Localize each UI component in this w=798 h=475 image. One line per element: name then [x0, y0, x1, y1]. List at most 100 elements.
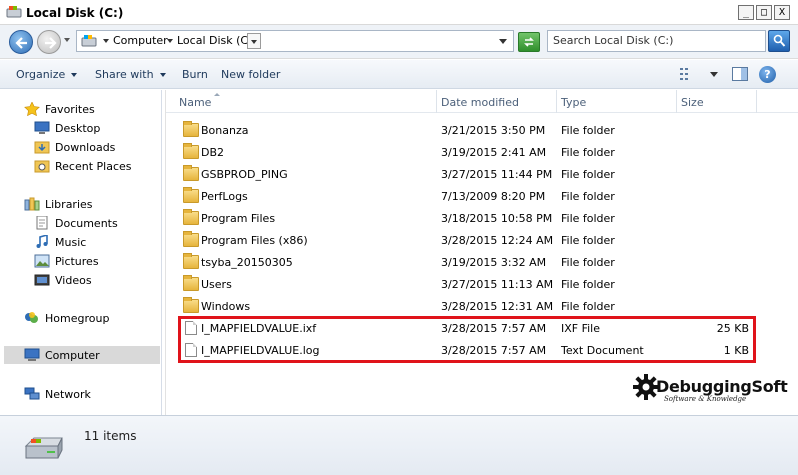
chevron-down-icon [71, 73, 78, 77]
star-icon [24, 102, 40, 116]
nav-label: Homegroup [45, 311, 110, 325]
file-row[interactable]: GSBPROD_PING 3/27/2015 11:44 PM File folde… [166, 163, 798, 185]
file-type: File folder [561, 234, 615, 247]
column-divider[interactable] [676, 90, 677, 113]
close-button[interactable]: X [774, 5, 790, 20]
breadcrumb-dropdown[interactable] [247, 33, 261, 49]
file-date-modified: 3/18/2015 10:58 PM [441, 212, 553, 225]
forward-button[interactable] [37, 30, 61, 54]
folder-icon [183, 297, 199, 313]
column-size[interactable]: Size [681, 96, 704, 109]
nav-desktop[interactable]: Desktop [34, 119, 100, 137]
burn-button[interactable]: Burn [182, 68, 208, 81]
share-with-label: Share with [95, 68, 154, 81]
column-type[interactable]: Type [561, 96, 586, 109]
search-icon [773, 34, 786, 47]
column-divider[interactable] [436, 90, 437, 113]
nav-label: Desktop [55, 121, 101, 135]
view-dropdown[interactable] [710, 72, 718, 77]
nav-recent-places[interactable]: Recent Places [34, 157, 132, 175]
file-date-modified: 3/19/2015 2:41 AM [441, 146, 547, 159]
folder-icon [183, 165, 199, 181]
nav-homegroup[interactable]: Homegroup [24, 309, 109, 327]
file-date-modified: 7/13/2009 8:20 PM [441, 190, 546, 203]
column-header-row: Name Date modified Type Size [166, 90, 798, 113]
column-date-modified[interactable]: Date modified [441, 96, 519, 109]
file-row[interactable]: Bonanza 3/21/2015 3:50 PM File folder [166, 119, 798, 141]
search-button[interactable] [768, 30, 790, 52]
organize-label: Organize [16, 68, 66, 81]
column-divider[interactable] [756, 90, 757, 113]
file-row[interactable]: DB2 3/19/2015 2:41 AM File folder [166, 141, 798, 163]
back-arrow-icon [15, 37, 27, 49]
nav-network[interactable]: Network [24, 385, 91, 403]
breadcrumb-computer[interactable]: Computer [113, 34, 168, 47]
file-date-modified: 3/27/2015 11:13 AM [441, 278, 554, 291]
folder-icon [183, 209, 199, 225]
breadcrumb-current[interactable]: Local Disk (C:) [177, 34, 256, 47]
nav-music[interactable]: Music [34, 233, 86, 251]
nav-label: Favorites [45, 102, 95, 116]
folder-icon [183, 187, 199, 203]
file-name: DB2 [201, 146, 225, 159]
file-row[interactable]: Program Files 3/18/2015 10:58 PM File fold… [166, 207, 798, 229]
share-with-menu[interactable]: Share with [95, 68, 166, 81]
nav-pictures[interactable]: Pictures [34, 252, 99, 270]
nav-computer[interactable]: Computer [4, 346, 160, 364]
file-name: Users [201, 278, 232, 291]
address-bar[interactable]: Computer Local Disk (C:) [76, 30, 514, 52]
maximize-button[interactable]: □ [756, 5, 772, 20]
file-date-modified: 3/28/2015 12:24 AM [441, 234, 554, 247]
file-row[interactable]: tsyba_20150305 3/19/2015 3:32 AM File fold… [166, 251, 798, 273]
file-date-modified: 3/19/2015 3:32 AM [441, 256, 547, 269]
back-button[interactable] [9, 30, 33, 54]
file-row[interactable]: Users 3/27/2015 11:13 AM File folder [166, 273, 798, 295]
file-row[interactable]: Program Files (x86) 3/28/2015 12:24 AM Fil… [166, 229, 798, 251]
libraries-icon [24, 197, 40, 211]
preview-pane-button[interactable] [732, 67, 748, 81]
breadcrumb-separator[interactable] [103, 39, 109, 43]
network-icon [24, 387, 40, 400]
nav-label: Network [45, 387, 91, 401]
nav-documents[interactable]: Documents [34, 214, 118, 232]
file-row[interactable]: PerfLogs 7/13/2009 8:20 PM File folder [166, 185, 798, 207]
highlight-box [178, 316, 756, 363]
recent-places-icon [34, 160, 50, 173]
videos-icon [34, 274, 50, 286]
refresh-button[interactable] [518, 32, 540, 52]
help-button[interactable]: ? [759, 66, 776, 83]
nav-label: Music [55, 235, 87, 249]
nav-videos[interactable]: Videos [34, 271, 92, 289]
nav-favorites[interactable]: Favorites [24, 100, 95, 118]
file-name: GSBPROD_PING [201, 168, 288, 181]
title-bar: Local Disk (C:) _ □ X [0, 0, 798, 25]
nav-label: Documents [55, 216, 118, 230]
file-type: File folder [561, 212, 615, 225]
file-list: Name Date modified Type Size Bonanza 3/21… [165, 90, 798, 415]
nav-libraries[interactable]: Libraries [24, 195, 93, 213]
file-row[interactable]: Windows 3/28/2015 12:31 AM File folder [166, 295, 798, 317]
downloads-icon [34, 141, 50, 154]
column-name[interactable]: Name [179, 96, 211, 109]
item-count: 11 items [84, 429, 137, 443]
nav-label: Libraries [45, 197, 93, 211]
file-type: File folder [561, 168, 615, 181]
column-divider[interactable] [556, 90, 557, 113]
address-history-dropdown[interactable] [499, 39, 507, 44]
recent-pages-dropdown[interactable] [64, 38, 70, 42]
computer-icon [24, 348, 40, 361]
view-options-icon[interactable] [680, 68, 696, 80]
nav-label: Videos [55, 273, 92, 287]
refresh-icon [524, 37, 534, 47]
minimize-button[interactable]: _ [738, 5, 754, 20]
new-folder-button[interactable]: New folder [221, 68, 280, 81]
file-type: File folder [561, 146, 615, 159]
organize-menu[interactable]: Organize [16, 68, 78, 81]
forward-arrow-icon [45, 37, 57, 49]
folder-icon [183, 143, 199, 159]
pictures-icon [34, 254, 50, 268]
breadcrumb-separator[interactable] [167, 39, 173, 43]
search-input[interactable]: Search Local Disk (C:) [547, 30, 766, 52]
nav-downloads[interactable]: Downloads [34, 138, 115, 156]
hard-drive-icon [24, 437, 63, 459]
